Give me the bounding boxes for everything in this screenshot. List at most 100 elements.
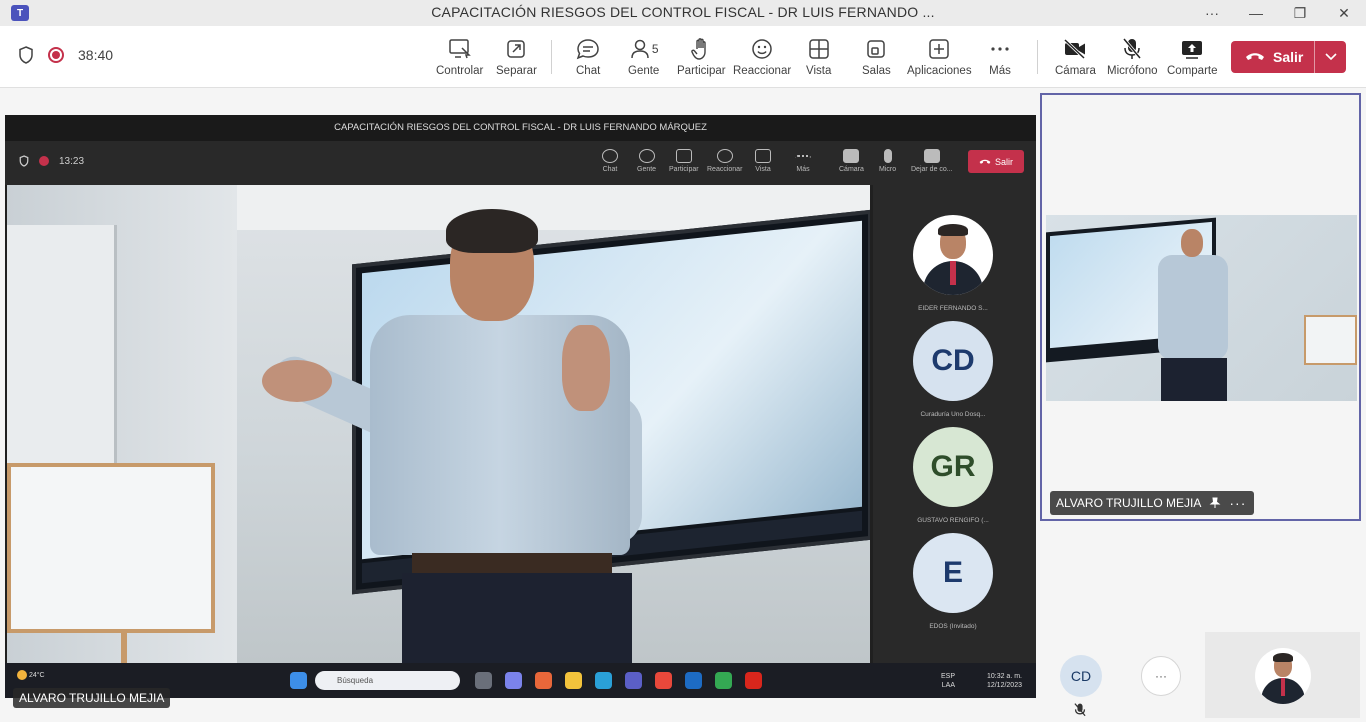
mic-muted-icon (1074, 703, 1086, 717)
add-apps-icon (929, 39, 950, 59)
people-icon (631, 39, 649, 59)
people-count-badge: 5 (651, 42, 659, 56)
shared-camera-button: Cámara (839, 149, 864, 173)
avatar: CD (913, 321, 993, 401)
clock-time: 10:32 a. m. (986, 673, 1022, 680)
leave-button[interactable]: Salir (1231, 41, 1346, 73)
taskbar-apps (290, 672, 307, 689)
participant-name: GUSTAVO RENGIFO (... (917, 517, 989, 524)
raise-hand-button[interactable]: Participar (677, 36, 726, 77)
view-button[interactable]: Vista (806, 36, 831, 77)
more-icon: ··· (1155, 669, 1167, 683)
chat-app-icon (505, 672, 522, 689)
shared-screen: CAPACITACIÓN RIESGOS DEL CONTROL FISCAL … (5, 115, 1036, 698)
breakout-rooms-icon (867, 40, 886, 58)
shield-icon (19, 155, 29, 167)
tile-more-icon[interactable]: ··· (1229, 495, 1246, 511)
shared-leave-button: Salir (968, 150, 1024, 173)
close-button[interactable]: ✕ (1322, 0, 1366, 26)
system-tray: ESP LAA 10:32 a. m. 12/12/2023 (941, 672, 1022, 690)
shared-chat-button: Chat (602, 149, 618, 173)
brave-icon (535, 672, 552, 689)
participant-tile: GR GUSTAVO RENGIFO (... (913, 427, 993, 524)
camera-off-icon (1064, 38, 1086, 60)
shared-people-button: Gente (637, 149, 656, 173)
weather-widget: 24°C (17, 670, 45, 680)
participant-name: EDOS (Invitado) (929, 623, 977, 630)
hang-up-icon (979, 159, 991, 164)
clock-date: 12/12/2023 (986, 682, 1022, 689)
shared-more-button: Más (795, 149, 811, 173)
toolbar-divider (1037, 40, 1038, 74)
grid-view-icon (808, 39, 829, 59)
shared-raise-hand-button: Participar (669, 149, 699, 173)
toolbar-divider (551, 40, 552, 74)
pinned-participant-tile[interactable]: ALVARO TRUJILLO MEJIA ··· (1040, 93, 1361, 521)
more-options-icon[interactable]: ··· (1190, 0, 1234, 26)
participant-tile: E EDOS (Invitado) (913, 533, 993, 630)
pin-icon[interactable] (1209, 497, 1221, 509)
pinned-participant-name: ALVARO TRUJILLO MEJIA (1056, 496, 1202, 510)
folder-icon (565, 672, 582, 689)
hang-up-icon (1246, 53, 1264, 60)
shared-window-title: CAPACITACIÓN RIESGOS DEL CONTROL FISCAL … (5, 115, 1036, 141)
chrome-alt-icon (715, 672, 732, 689)
participant-video (1046, 215, 1357, 401)
taskbar-search: Búsqueda (315, 671, 460, 690)
react-button[interactable]: Reaccionar (733, 36, 791, 77)
sun-icon (17, 670, 27, 680)
leave-label: Salir (1273, 49, 1304, 65)
breakout-rooms-button[interactable]: Salas (862, 36, 891, 77)
speaker-figure (262, 209, 662, 663)
edge-icon (595, 672, 612, 689)
camera-button[interactable]: Cámara (1055, 36, 1096, 77)
control-button[interactable]: Controlar (436, 36, 483, 77)
microphone-button[interactable]: Micrófono (1107, 36, 1158, 77)
teams-icon (625, 672, 642, 689)
avatar: E (913, 533, 993, 613)
participant-tile: CD Curaduría Uno Dosq... (913, 321, 993, 418)
apps-button[interactable]: Aplicaciones (907, 36, 972, 77)
shared-view-button: Vista (755, 149, 771, 173)
participant-avatar-cd[interactable]: CD (1060, 655, 1102, 697)
more-icon (991, 47, 1009, 51)
avatar (913, 215, 993, 295)
participant-name: EIDER FERNANDO S... (918, 305, 988, 312)
outlook-icon (685, 672, 702, 689)
self-video-tile[interactable] (1205, 632, 1360, 718)
meeting-timer: 38:40 (78, 47, 114, 63)
more-participants-button[interactable]: ··· (1141, 656, 1181, 696)
restore-button[interactable]: ❐ (1278, 0, 1322, 26)
participant-name: Curaduría Uno Dosq... (920, 411, 986, 418)
self-avatar (1255, 648, 1311, 704)
window-title: CAPACITACIÓN RIESGOS DEL CONTROL FISCAL … (431, 4, 935, 20)
chat-icon (576, 39, 599, 60)
share-icon (1182, 41, 1203, 59)
window-controls: ··· — ❐ ✕ (1190, 0, 1366, 26)
control-icon (448, 39, 471, 59)
smiley-icon (752, 39, 772, 59)
recording-icon (48, 47, 64, 63)
window-blind (7, 225, 117, 465)
leave-options-button[interactable] (1314, 41, 1346, 73)
share-button[interactable]: Comparte (1167, 36, 1218, 77)
recording-icon (39, 156, 49, 166)
more-button[interactable]: Más (989, 36, 1011, 77)
meeting-status: 38:40 (18, 46, 113, 64)
shared-participants-panel: EIDER FERNANDO S... CD Curaduría Uno Dos… (873, 185, 1036, 663)
whiteboard (7, 463, 215, 663)
minimize-button[interactable]: — (1234, 0, 1278, 26)
participant-tile: EIDER FERNANDO S... (913, 215, 993, 312)
mic-off-icon (1123, 38, 1142, 59)
windows-start-icon (290, 672, 307, 689)
task-view-icon (475, 672, 492, 689)
pop-out-button[interactable]: Separar (496, 36, 537, 77)
title-bar: T CAPACITACIÓN RIESGOS DEL CONTROL FISCA… (0, 0, 1366, 26)
language-indicator: ESP LAA (940, 673, 955, 689)
leave-main-button[interactable]: Salir (1231, 41, 1314, 73)
chat-button[interactable]: Chat (576, 36, 600, 77)
chrome-icon (655, 672, 672, 689)
people-button[interactable]: 5 Gente (628, 36, 659, 77)
pop-out-icon (507, 40, 526, 58)
pinned-name-tag: ALVARO TRUJILLO MEJIA ··· (1050, 491, 1255, 515)
